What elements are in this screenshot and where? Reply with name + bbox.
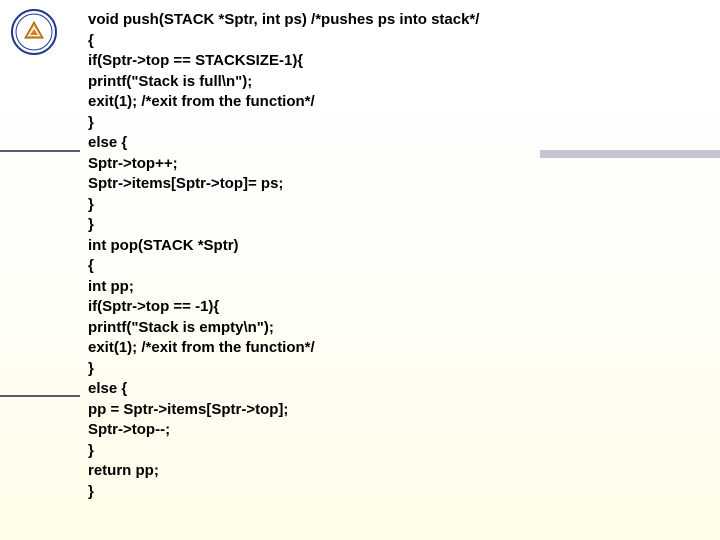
decoration-line-left-top: [0, 150, 80, 152]
decoration-line-right: [540, 150, 720, 158]
university-logo: [10, 8, 58, 56]
decoration-line-left-bottom: [0, 395, 80, 397]
code-block: void push(STACK *Sptr, int ps) /*pushes …: [88, 10, 479, 502]
